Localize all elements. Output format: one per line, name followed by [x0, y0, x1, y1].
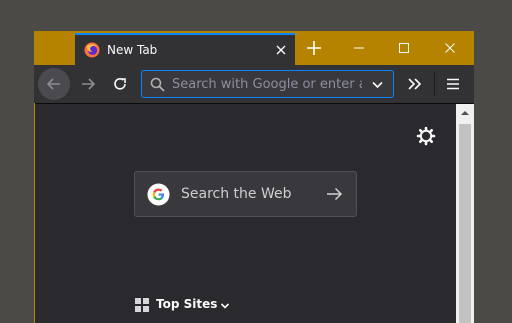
minimize-icon[interactable]	[347, 37, 371, 59]
scroll-up-arrow-icon[interactable]	[456, 104, 474, 122]
grid-icon	[135, 298, 149, 312]
tab-strip: New Tab	[34, 31, 474, 65]
hamburger-menu-icon[interactable]	[445, 75, 461, 93]
chevron-down-icon[interactable]	[371, 78, 384, 91]
browser-window: New Tab Search with Google or enter addr…	[34, 31, 474, 323]
search-box[interactable]: Search the Web	[134, 171, 357, 217]
search-icon	[150, 77, 165, 92]
navigation-toolbar	[34, 65, 474, 103]
vertical-scrollbar[interactable]	[456, 104, 474, 323]
tab-close-icon[interactable]	[274, 43, 288, 57]
gear-icon[interactable]	[416, 126, 436, 146]
reload-icon[interactable]	[111, 75, 129, 93]
tab-new-tab[interactable]: New Tab	[75, 33, 295, 65]
tab-title: New Tab	[107, 43, 158, 57]
firefox-icon	[84, 42, 100, 58]
window-close-icon[interactable]	[438, 37, 462, 59]
arrow-left-icon	[46, 78, 60, 90]
back-button[interactable]	[38, 68, 70, 100]
url-input[interactable]	[172, 73, 362, 95]
maximize-icon[interactable]	[392, 37, 416, 59]
double-chevron-right-icon[interactable]	[406, 75, 424, 93]
search-label: Search the Web	[181, 186, 292, 202]
search-go-icon[interactable]	[325, 185, 343, 203]
plus-icon[interactable]	[304, 38, 324, 58]
url-bar[interactable]	[141, 70, 394, 98]
scrollbar-thumb[interactable]	[459, 124, 471, 323]
new-tab-page: Search the Web Top Sites	[35, 103, 474, 323]
top-sites-label: Top Sites	[156, 297, 218, 311]
forward-button[interactable]	[79, 75, 97, 93]
toolbar-separator	[434, 72, 435, 96]
top-sites-header[interactable]: Top Sites	[135, 296, 255, 316]
chevron-down-icon[interactable]	[220, 301, 230, 311]
google-logo-icon	[147, 183, 170, 206]
